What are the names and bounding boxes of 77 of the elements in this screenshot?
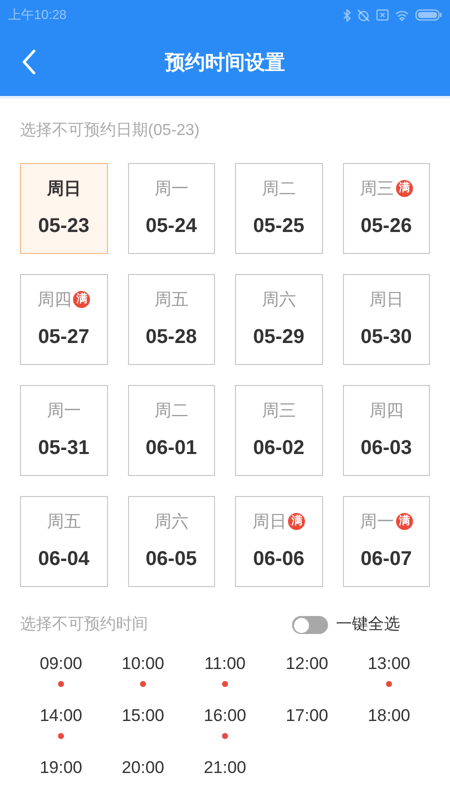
date-label: 05-28	[146, 325, 197, 350]
date-card[interactable]: 周二 06-01	[128, 385, 215, 476]
date-card[interactable]: 周六 06-05	[128, 496, 215, 587]
date-card[interactable]: 周日 05-23	[20, 163, 108, 254]
status-time: 上午10:28	[8, 6, 67, 24]
full-badge: 满	[73, 291, 90, 308]
time-option[interactable]: 20:00	[122, 755, 164, 799]
date-label: 05-31	[38, 436, 90, 462]
weekday-label: 周五	[154, 288, 188, 311]
weekday-label: 周五	[46, 510, 81, 533]
alarm-off-icon	[357, 8, 370, 22]
weekday-label: 周四	[37, 288, 72, 311]
time-option[interactable]: 17:00	[286, 703, 328, 747]
date-card[interactable]: 周三 06-02	[235, 385, 322, 476]
date-card[interactable]: 周二 05-25	[235, 163, 322, 254]
date-label: 05-26	[360, 214, 412, 240]
date-card[interactable]: 周五 06-04	[20, 496, 108, 587]
weekday-label: 周二	[154, 400, 188, 422]
select-all-label: 一键全选	[336, 614, 400, 635]
full-badge: 满	[396, 513, 413, 530]
date-card[interactable]: 周日 05-30	[342, 274, 430, 365]
full-badge: 满	[288, 513, 306, 530]
date-card[interactable]: 周一 05-24	[128, 163, 215, 254]
time-option[interactable]: 10:00	[122, 651, 164, 695]
time-option[interactable]: 21:00	[204, 755, 246, 799]
date-label: 05-24	[146, 214, 197, 240]
weekday-label: 周一	[360, 510, 394, 533]
date-card[interactable]: 周四 06-03	[342, 385, 430, 476]
date-label: 06-07	[360, 547, 412, 572]
date-label: 05-30	[360, 325, 412, 350]
date-card[interactable]: 周一 05-31	[20, 385, 108, 476]
date-label: 05-23	[38, 214, 90, 240]
time-option[interactable]: 15:00	[122, 703, 164, 747]
section-label: 选择不可预约日期(05-23)	[20, 122, 200, 139]
weekday-label: 周日	[369, 288, 404, 311]
time-option[interactable]: 12:00	[286, 651, 328, 695]
weekday-label: 周一	[46, 400, 81, 422]
wifi-icon	[395, 10, 409, 20]
weekday-label: 周一	[154, 178, 188, 200]
section-label: 选择不可预约时间	[20, 614, 148, 635]
sim-icon	[376, 9, 389, 21]
weekday-label: 周四	[369, 400, 404, 422]
time-option[interactable]: 11:00	[204, 651, 246, 695]
date-label: 06-01	[146, 436, 197, 462]
battery-icon	[415, 9, 442, 21]
date-label: 06-04	[38, 547, 90, 572]
full-badge: 满	[396, 180, 413, 197]
time-option[interactable]: 14:00	[40, 703, 82, 747]
select-all-toggle[interactable]	[292, 616, 328, 634]
weekday-label: 周三	[360, 178, 394, 200]
time-option[interactable]: 16:00	[204, 703, 246, 747]
date-card[interactable]: 周四 满 05-27	[20, 274, 108, 365]
weekday-label: 周六	[262, 288, 296, 311]
weekday-label: 周三	[262, 400, 296, 422]
time-option[interactable]: 18:00	[368, 703, 410, 747]
weekday-label: 周六	[154, 510, 188, 533]
weekday-label: 周二	[262, 178, 296, 200]
date-card[interactable]: 周一 满 06-07	[342, 496, 430, 587]
bluetooth-icon	[343, 8, 351, 22]
date-label: 05-29	[253, 325, 304, 350]
date-label: 06-05	[146, 547, 197, 572]
date-card[interactable]: 周日 满 06-06	[235, 496, 322, 587]
weekday-label: 周日	[252, 510, 286, 533]
date-card[interactable]: 周五 05-28	[128, 274, 215, 365]
date-card[interactable]: 周六 05-29	[235, 274, 322, 365]
date-card[interactable]: 周三 满 05-26	[342, 163, 430, 254]
time-option[interactable]: 09:00	[40, 651, 82, 695]
date-label: 06-03	[360, 436, 412, 462]
date-label: 06-06	[253, 547, 304, 572]
time-option[interactable]: 19:00	[40, 755, 82, 799]
weekday-label: 周日	[46, 178, 81, 200]
page-title: 预约时间设置	[165, 51, 285, 76]
time-option[interactable]: 13:00	[368, 651, 410, 695]
date-label: 06-02	[253, 436, 304, 462]
date-label: 05-27	[38, 325, 90, 350]
date-label: 05-25	[253, 214, 304, 240]
back-icon	[22, 49, 36, 75]
